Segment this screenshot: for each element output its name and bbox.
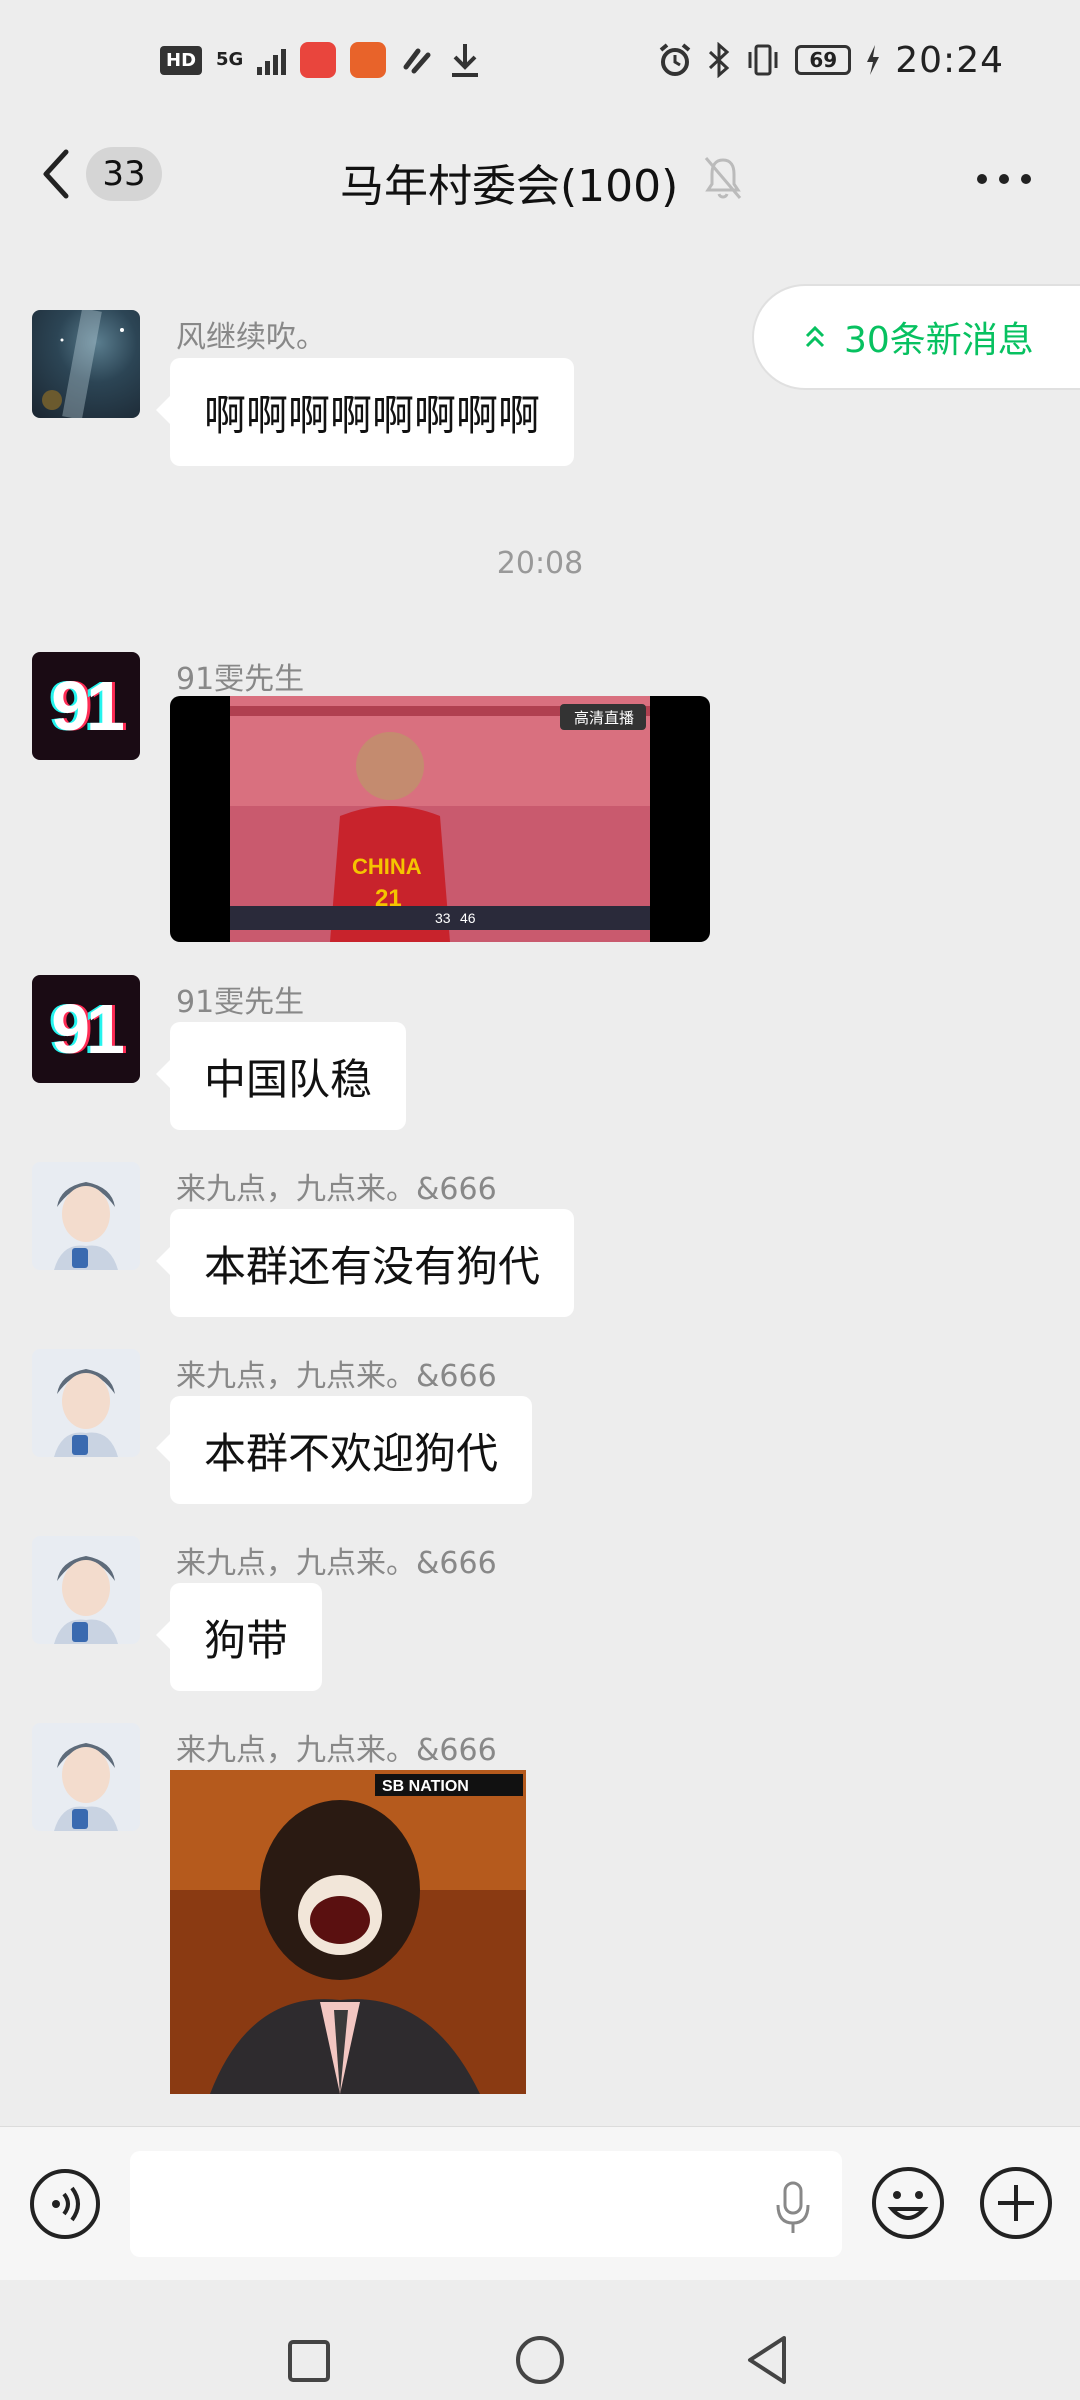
status-right: 69 20:24: [657, 40, 1004, 81]
emoji-icon[interactable]: [870, 2165, 946, 2241]
home-icon[interactable]: [514, 2334, 566, 2386]
avatar[interactable]: [32, 1349, 140, 1457]
alarm-icon: [659, 43, 691, 76]
avatar[interactable]: [32, 1536, 140, 1644]
video-image-message[interactable]: CHINA 21 33 46 高清直播: [170, 696, 710, 942]
status-left: HD 5G: [160, 42, 482, 78]
message-bubble[interactable]: 本群不欢迎狗代: [155, 1396, 533, 1504]
avatar[interactable]: [32, 1162, 140, 1270]
more-options-icon[interactable]: [974, 164, 1034, 194]
battery-icon: 69: [795, 45, 852, 75]
sender-name: 91雯先生: [176, 985, 305, 1020]
back-triangle-icon[interactable]: [742, 2332, 792, 2388]
charging-icon: [867, 45, 880, 75]
double-chevron-up-icon: [805, 325, 825, 348]
microphone-icon[interactable]: [772, 2179, 814, 2237]
status-bar: HD 5G 69 20:24: [0, 0, 1080, 120]
bluetooth-icon: [709, 42, 730, 78]
message-timestamp: 20:08: [496, 546, 584, 581]
chat-title: 马年村委会(100): [340, 161, 679, 212]
sender-name: 来九点，九点来。&666: [176, 1359, 497, 1394]
voice-mode-icon[interactable]: [28, 2167, 102, 2241]
recents-icon[interactable]: [286, 2338, 332, 2384]
unread-count-badge: 33: [86, 147, 162, 201]
chevron-left-icon: [43, 149, 69, 199]
message-bubble[interactable]: 狗带: [155, 1583, 323, 1691]
sender-name: 来九点，九点来。&666: [176, 1733, 497, 1768]
network-type: 5G: [216, 49, 244, 70]
plus-icon[interactable]: [978, 2165, 1054, 2241]
avatar[interactable]: [32, 310, 140, 418]
muted-bell-icon: [704, 157, 742, 199]
sender-name: 91雯先生: [176, 662, 305, 697]
sender-name: 风继续吹。: [176, 320, 326, 355]
sender-name: 来九点，九点来。&666: [176, 1172, 497, 1207]
message-input[interactable]: [130, 2151, 842, 2257]
huawei-store-icon: [300, 42, 337, 78]
hd-badge: HD: [160, 45, 203, 75]
chat-header: 33 马年村委会(100): [0, 120, 1080, 240]
message-bubble[interactable]: 啊啊啊啊啊啊啊啊: [155, 358, 575, 466]
sender-name: 来九点，九点来。&666: [176, 1546, 497, 1581]
avatar[interactable]: 91: [32, 652, 140, 760]
message-bubble[interactable]: 本群还有没有狗代: [155, 1209, 575, 1317]
score-left: 33: [435, 910, 451, 926]
message-bubble[interactable]: 中国队稳: [155, 1022, 407, 1130]
signal-icon: [257, 45, 287, 75]
new-messages-button[interactable]: 30条新消息: [752, 284, 1080, 390]
vibrate-icon: [748, 44, 778, 76]
meme-watermark: SB NATION: [382, 1778, 469, 1795]
channel-label: 高清直播: [574, 709, 634, 727]
system-navigation-bar: [0, 2280, 1080, 2400]
back-button[interactable]: 33: [36, 144, 162, 204]
avatar[interactable]: [32, 1723, 140, 1831]
new-messages-label: 30条新消息: [844, 320, 1034, 361]
chat-input-bar: [0, 2126, 1080, 2280]
download-icon: [452, 44, 479, 77]
meme-image-message[interactable]: SB NATION: [170, 1770, 526, 2094]
score-right: 46: [460, 910, 476, 926]
app-notification-icon: [350, 42, 387, 78]
avatar[interactable]: 91: [32, 975, 140, 1083]
clock: 20:24: [895, 39, 1004, 81]
link-icon: [403, 48, 431, 74]
jersey-text: CHINA: [352, 854, 422, 879]
